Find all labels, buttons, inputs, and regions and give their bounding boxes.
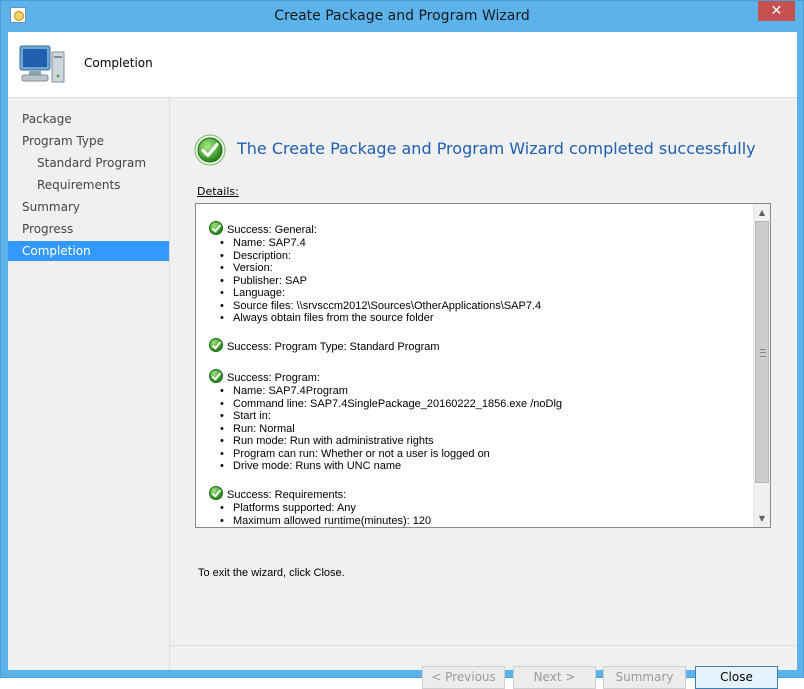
wizard-header: Completion bbox=[8, 32, 797, 98]
window-close-button[interactable]: ✕ bbox=[758, 1, 795, 21]
nav-item-progress[interactable]: Progress bbox=[8, 219, 183, 239]
detail-line: Drive mode: Runs with UNC name bbox=[209, 460, 562, 473]
section-heading: Success: General: bbox=[227, 224, 317, 236]
check-icon bbox=[209, 486, 223, 500]
detail-line: Name: SAP7.4Program bbox=[209, 385, 562, 398]
nav-item-completion[interactable]: Completion bbox=[8, 241, 169, 261]
wizard-content: The Create Package and Program Wizard co… bbox=[170, 98, 797, 689]
detail-line: Start in: bbox=[209, 410, 562, 423]
details-label: Details: bbox=[197, 185, 239, 198]
details-section: Success: Requirements: Platforms support… bbox=[209, 486, 431, 528]
scroll-up-icon[interactable]: ▲ bbox=[754, 204, 770, 221]
nav-item-package[interactable]: Package bbox=[8, 109, 183, 129]
wizard-client: Completion Package Program Type Standard… bbox=[8, 32, 797, 689]
detail-line: Always obtain files from the source fold… bbox=[209, 312, 541, 325]
detail-line: Program can run: Whether or not a user i… bbox=[209, 448, 562, 461]
section-heading: Success: Program: bbox=[227, 372, 320, 384]
exit-instructions: To exit the wizard, click Close. bbox=[198, 567, 345, 579]
details-content: Success: General: Name: SAP7.4 Descripti… bbox=[196, 204, 753, 527]
check-icon bbox=[209, 369, 223, 383]
detail-line: Language: bbox=[209, 287, 541, 300]
detail-line: Maximum allowed runtime(minutes): 120 bbox=[209, 515, 431, 528]
section-heading: Success: Program Type: Standard Program bbox=[227, 341, 440, 353]
scroll-down-icon[interactable]: ▼ bbox=[754, 510, 770, 527]
details-textbox[interactable]: Success: General: Name: SAP7.4 Descripti… bbox=[195, 203, 771, 528]
section-heading: Success: Requirements: bbox=[227, 489, 347, 501]
completion-headline: The Create Package and Program Wizard co… bbox=[237, 139, 756, 158]
detail-line: Run: Normal bbox=[209, 423, 562, 436]
detail-line: Name: SAP7.4 bbox=[209, 237, 541, 250]
success-check-icon bbox=[194, 134, 226, 166]
detail-line: Command line: SAP7.4SinglePackage_201602… bbox=[209, 398, 562, 411]
detail-line: Platforms supported: Any bbox=[209, 502, 431, 515]
detail-line: Publisher: SAP bbox=[209, 275, 541, 288]
detail-line: Description: bbox=[209, 250, 541, 263]
grip-icon bbox=[760, 349, 766, 357]
details-section: Success: Program: Name: SAP7.4Program Co… bbox=[209, 369, 562, 473]
details-section: Success: General: Name: SAP7.4 Descripti… bbox=[209, 221, 541, 325]
details-section: Success: Program Type: Standard Program bbox=[209, 338, 440, 354]
detail-line: Source files: \\srvsccm2012\Sources\Othe… bbox=[209, 300, 541, 313]
wizard-nav: Package Program Type Standard Program Re… bbox=[8, 98, 170, 670]
title-bar[interactable]: Create Package and Program Wizard ✕ bbox=[1, 1, 803, 32]
wizard-window: Create Package and Program Wizard ✕ Comp… bbox=[0, 0, 804, 689]
scroll-thumb[interactable] bbox=[755, 221, 769, 483]
check-icon bbox=[209, 338, 223, 352]
window-title: Create Package and Program Wizard bbox=[274, 8, 530, 24]
check-icon bbox=[209, 221, 223, 235]
computer-icon bbox=[19, 45, 65, 83]
nav-item-summary[interactable]: Summary bbox=[8, 197, 183, 217]
page-title: Completion bbox=[84, 56, 153, 70]
vertical-scrollbar[interactable]: ▲ ▼ bbox=[753, 204, 770, 527]
detail-line: Version: bbox=[209, 262, 541, 275]
nav-item-program-type[interactable]: Program Type bbox=[8, 131, 183, 151]
footer-divider bbox=[170, 645, 797, 646]
detail-line: Run mode: Run with administrative rights bbox=[209, 435, 562, 448]
